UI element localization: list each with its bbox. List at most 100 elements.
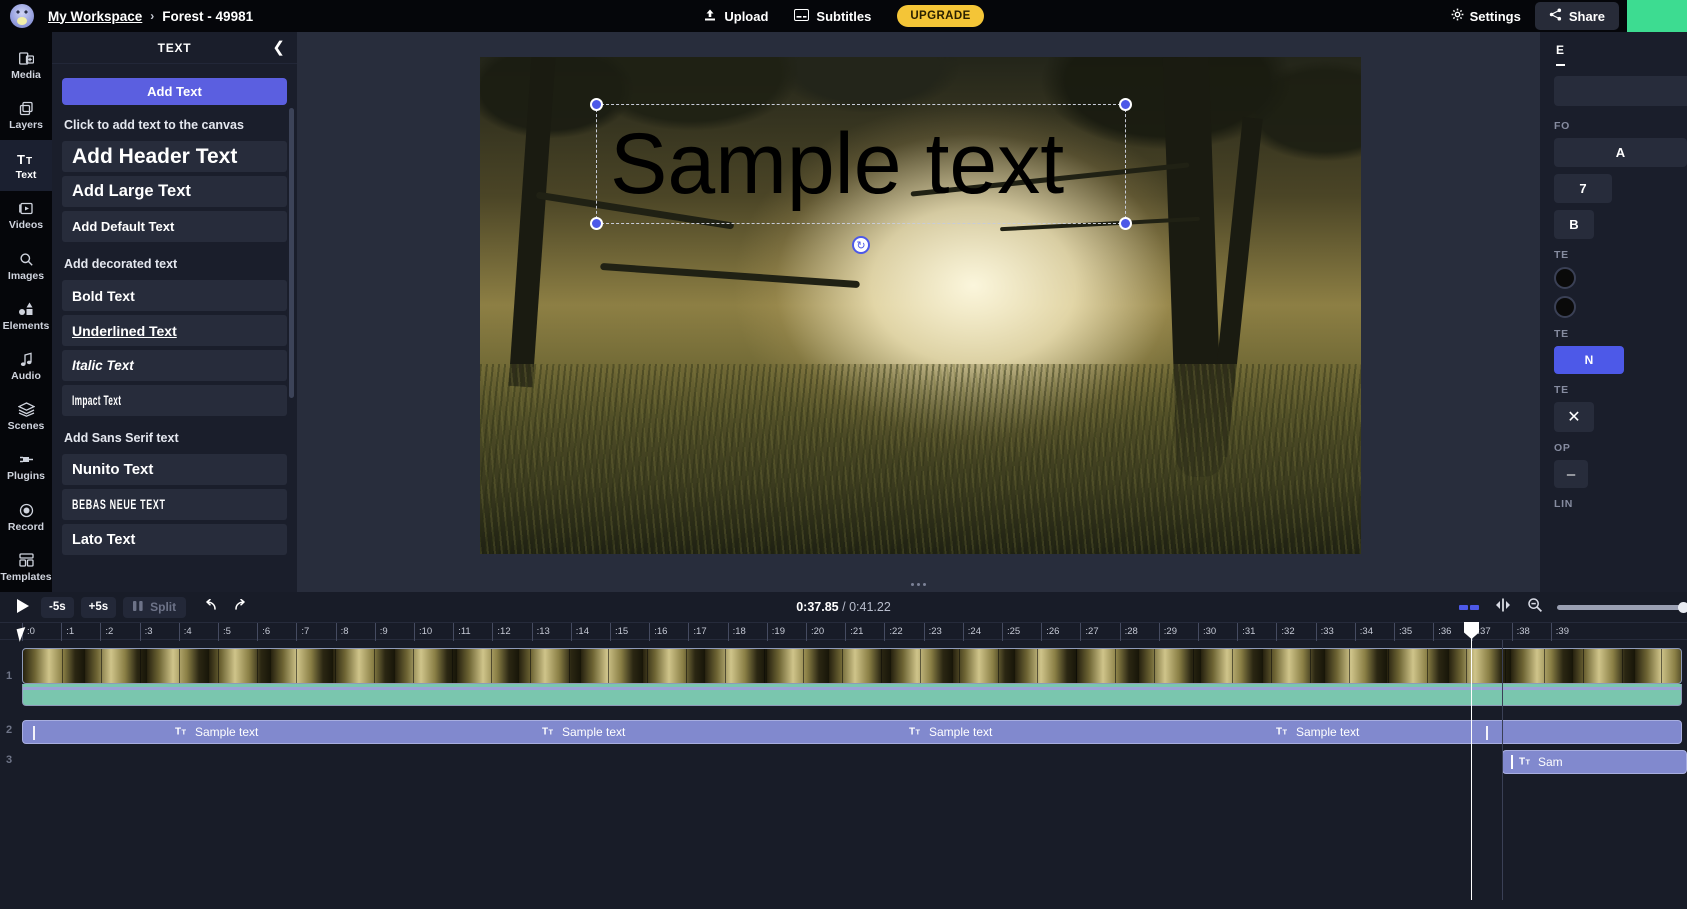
- text-stroke-color-swatch[interactable]: [1554, 296, 1576, 318]
- subtitles-button[interactable]: Subtitles: [794, 8, 871, 24]
- zoom-slider[interactable]: [1557, 601, 1687, 613]
- timeline-section-divider: [1502, 640, 1503, 900]
- bold-text-option[interactable]: Bold Text: [62, 280, 287, 311]
- breadcrumb-workspace[interactable]: My Workspace: [48, 9, 142, 24]
- resize-handle-top-right[interactable]: [1119, 98, 1132, 111]
- sidebar-label-text: Text: [15, 169, 37, 182]
- ruler-tick: :21: [845, 623, 863, 641]
- timeline-toolbar: -5s +5s Split 0:37.85 / 0:41.22: [0, 592, 1687, 622]
- no-effect-icon[interactable]: ✕: [1554, 402, 1594, 432]
- text-clip-track3[interactable]: TT Sam: [1502, 750, 1687, 774]
- upload-button[interactable]: Upload: [703, 8, 768, 25]
- impact-text-option[interactable]: Impact Text: [62, 385, 287, 416]
- filmstrip-frame-divider: [1583, 649, 1584, 683]
- forward-5s-button[interactable]: +5s: [80, 596, 117, 618]
- zoom-out-icon[interactable]: [1527, 597, 1543, 618]
- tab-edit[interactable]: E: [1556, 43, 1565, 66]
- sidebar-item-scenes[interactable]: Scenes: [0, 391, 52, 441]
- time-divider: /: [842, 600, 846, 614]
- text-value-field[interactable]: [1554, 76, 1687, 106]
- add-large-text-option[interactable]: Add Large Text: [62, 176, 287, 207]
- share-button[interactable]: Share: [1534, 2, 1619, 30]
- rotate-handle-icon[interactable]: ↻: [852, 236, 870, 254]
- filmstrip-frame-divider: [1661, 649, 1662, 683]
- sidebar-item-media[interactable]: Media: [0, 40, 52, 90]
- ruler-tick: :34: [1354, 623, 1373, 641]
- video-clip[interactable]: [22, 648, 1682, 684]
- sidebar-item-audio[interactable]: Audio: [0, 341, 52, 391]
- sidebar-label-plugins: Plugins: [7, 470, 45, 483]
- ruler-tick: :13: [531, 623, 550, 641]
- filmstrip-frame-divider: [998, 649, 999, 683]
- chevron-left-icon[interactable]: ❮: [272, 40, 285, 55]
- font-family-row: A: [1554, 138, 1687, 167]
- filmstrip-frame-divider: [686, 649, 687, 683]
- sidebar-item-images[interactable]: Images: [0, 241, 52, 291]
- resize-handle-bottom-left[interactable]: [590, 217, 603, 230]
- resize-handle-bottom-right[interactable]: [1119, 217, 1132, 230]
- avatar[interactable]: [10, 4, 34, 28]
- font-family-select[interactable]: A: [1554, 138, 1687, 167]
- filmstrip-frame-divider: [296, 649, 297, 683]
- clip-trim-handle-left[interactable]: [33, 726, 35, 740]
- text-panel-scrollbar[interactable]: [289, 108, 294, 398]
- sidebar-label-videos: Videos: [8, 219, 44, 232]
- sidebar-item-videos[interactable]: Videos: [0, 191, 52, 241]
- add-header-text-option[interactable]: Add Header Text: [62, 141, 287, 172]
- sidebar-item-elements[interactable]: Elements: [0, 291, 52, 341]
- add-default-text-option[interactable]: Add Default Text: [62, 211, 287, 242]
- split-view-icon[interactable]: [1493, 598, 1513, 617]
- svg-text:T: T: [1526, 758, 1531, 767]
- stage-resize-grip[interactable]: [909, 582, 929, 586]
- nunito-text-option[interactable]: Nunito Text: [62, 454, 287, 485]
- share-label: Share: [1568, 8, 1605, 24]
- resize-handle-top-left[interactable]: [590, 98, 603, 111]
- text-selection-box[interactable]: ↻: [590, 98, 1132, 254]
- bebas-text-option[interactable]: BEBAS NEUE TEXT: [62, 489, 287, 520]
- grass-field: [480, 364, 1361, 554]
- gear-icon: [1451, 8, 1464, 24]
- settings-button[interactable]: Settings: [1451, 8, 1521, 24]
- text-clip-track2[interactable]: TT Sample text TT Sample text TT Sample …: [22, 720, 1682, 744]
- upgrade-button[interactable]: UPGRADE: [897, 5, 984, 27]
- sidebar-item-record[interactable]: Record: [0, 492, 52, 542]
- redo-button[interactable]: [234, 598, 250, 615]
- sidebar-label-layers: Layers: [9, 119, 43, 132]
- filmstrip-frame-divider: [608, 649, 609, 683]
- sidebar-item-text[interactable]: TT Text: [0, 140, 52, 191]
- add-text-button[interactable]: Add Text: [62, 78, 287, 105]
- ruler-tick: :26: [1041, 623, 1059, 641]
- svg-text:T: T: [26, 156, 32, 166]
- play-button[interactable]: [12, 596, 34, 618]
- undo-icon: [201, 598, 217, 615]
- video-preview[interactable]: Sample text ↻: [480, 57, 1361, 554]
- underlined-text-option[interactable]: Underlined Text: [62, 315, 287, 346]
- lato-text-option[interactable]: Lato Text: [62, 524, 287, 555]
- audio-waveform-clip[interactable]: [22, 684, 1682, 706]
- export-button[interactable]: [1627, 0, 1687, 32]
- text-clip-icon: TT: [909, 725, 922, 739]
- text-color-swatch[interactable]: [1554, 267, 1576, 289]
- timeline-tracks: 1 2 3 TT Sample text TT Sample text TT S…: [0, 622, 1687, 900]
- top-right-actions: Settings Share: [1451, 0, 1687, 32]
- sidebar-item-layers[interactable]: Layers: [0, 90, 52, 140]
- ruler-tick: :29: [1158, 623, 1177, 641]
- current-time: 0:37.85: [796, 600, 839, 614]
- fit-to-screen-icon[interactable]: [1459, 604, 1479, 610]
- text-align-option[interactable]: N: [1554, 346, 1624, 374]
- split-button[interactable]: Split: [123, 596, 187, 618]
- playhead[interactable]: [1464, 622, 1479, 900]
- nunito-text-label: Nunito Text: [72, 461, 154, 478]
- undo-button[interactable]: [201, 598, 217, 615]
- opacity-decrease-button[interactable]: –: [1554, 460, 1588, 488]
- clip-trim-handle-left[interactable]: [1511, 755, 1513, 769]
- sidebar-item-templates[interactable]: Templates: [0, 542, 52, 592]
- timeline-ruler[interactable]: :0:1:2:3:4:5:6:7:8:9:10:11:12:13:14:15:1…: [0, 622, 1687, 641]
- rewind-5s-button[interactable]: -5s: [41, 596, 74, 618]
- breadcrumb: My Workspace › Forest - 49981: [48, 9, 253, 24]
- italic-text-option[interactable]: Italic Text: [62, 350, 287, 381]
- bold-toggle[interactable]: B: [1554, 210, 1594, 239]
- sidebar-item-plugins[interactable]: Plugins: [0, 442, 52, 492]
- font-size-input[interactable]: 7: [1554, 174, 1612, 203]
- clip-trim-handle-right[interactable]: [1486, 726, 1488, 740]
